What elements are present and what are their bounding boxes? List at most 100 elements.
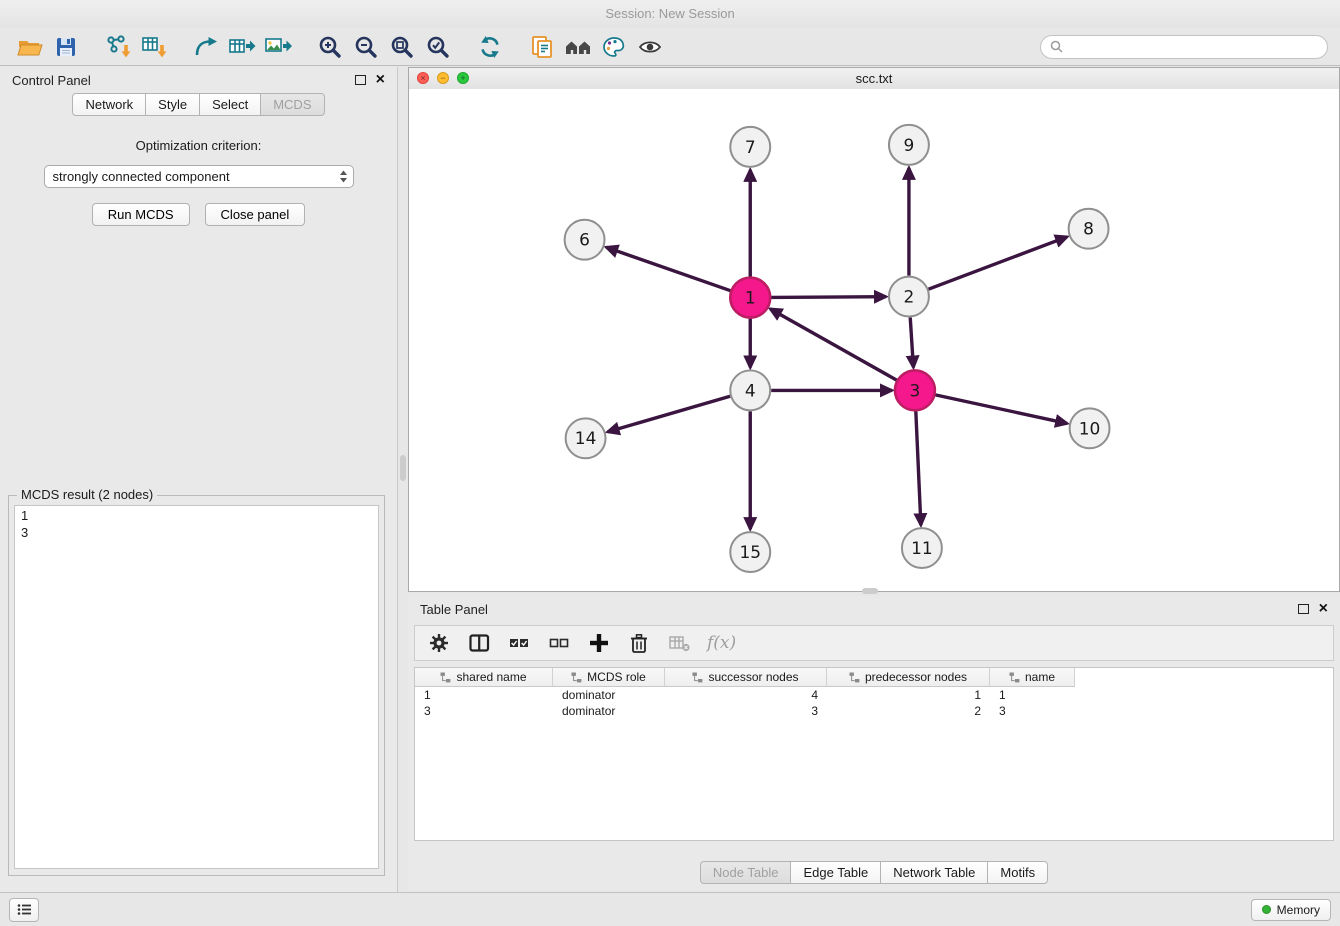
table-cell[interactable]: 3: [665, 704, 827, 718]
table-tab-motifs[interactable]: Motifs: [987, 861, 1048, 884]
fx-icon: f(x): [707, 633, 736, 653]
column-header-MCDS-role[interactable]: MCDS role: [553, 668, 665, 687]
panel-splitter-handle[interactable]: [400, 455, 406, 481]
tab-network[interactable]: Network: [72, 93, 146, 116]
node-11[interactable]: 11: [902, 528, 942, 568]
function-builder-button[interactable]: f(x): [707, 631, 736, 655]
table-cell[interactable]: 4: [665, 688, 827, 702]
show-column-button[interactable]: [467, 631, 491, 655]
first-neighbors-button[interactable]: [560, 32, 596, 62]
table-cell[interactable]: 1: [990, 688, 1075, 702]
add-row-button[interactable]: [587, 631, 611, 655]
run-mcds-button[interactable]: Run MCDS: [92, 203, 190, 226]
network-canvas[interactable]: 7 9 6 8 1 2 4 3 14 10 15 11: [409, 89, 1339, 591]
window-title: Session: New Session: [605, 6, 734, 21]
zoom-selected-button[interactable]: [420, 32, 456, 62]
import-network-button[interactable]: [100, 32, 136, 62]
close-panel-icon[interactable]: ×: [376, 72, 385, 88]
table-row-1[interactable]: 1dominator411: [415, 687, 1333, 703]
table-cell[interactable]: 2: [827, 704, 990, 718]
node-4[interactable]: 4: [730, 370, 770, 410]
control-panel-title: Control Panel: [12, 73, 355, 88]
node-8[interactable]: 8: [1069, 209, 1109, 249]
select-all-icon: [509, 635, 529, 651]
refresh-view-button[interactable]: [472, 32, 508, 62]
table-settings-button[interactable]: [427, 631, 451, 655]
titlebar: Session: New Session: [0, 0, 1340, 28]
delete-row-button[interactable]: [627, 631, 651, 655]
save-session-button[interactable]: [48, 32, 84, 62]
column-header-name[interactable]: name: [990, 668, 1075, 687]
mcds-result-text[interactable]: 1 3: [14, 505, 379, 869]
node-2[interactable]: 2: [889, 277, 929, 317]
node-label-2: 2: [904, 287, 915, 307]
memory-button[interactable]: Memory: [1251, 899, 1331, 921]
unselect-all-button[interactable]: [547, 631, 571, 655]
node-1[interactable]: 1: [730, 278, 770, 318]
float-table-panel-icon[interactable]: [1298, 604, 1309, 614]
edge-4-14[interactable]: [608, 396, 730, 432]
minimize-window-button[interactable]: −: [437, 72, 449, 84]
network-window-titlebar[interactable]: × − + scc.txt: [409, 68, 1339, 90]
edge-2-3[interactable]: [910, 318, 913, 368]
table-cell[interactable]: dominator: [553, 704, 665, 718]
edge-2-8[interactable]: [928, 237, 1067, 289]
unselect-all-icon: [549, 635, 569, 651]
table-row-2[interactable]: 3dominator323: [415, 703, 1333, 719]
search-box[interactable]: [1040, 35, 1328, 59]
node-3[interactable]: 3: [895, 370, 935, 410]
search-input[interactable]: [1068, 38, 1318, 55]
zoom-fit-button[interactable]: [384, 32, 420, 62]
export-table-button[interactable]: [224, 32, 260, 62]
close-panel-button[interactable]: Close panel: [205, 203, 306, 226]
table-cell[interactable]: 1: [827, 688, 990, 702]
tab-style[interactable]: Style: [145, 93, 200, 116]
table-tab-edge-table[interactable]: Edge Table: [790, 861, 881, 884]
table-cell[interactable]: 3: [990, 704, 1075, 718]
close-window-button[interactable]: ×: [417, 72, 429, 84]
open-file-button[interactable]: [12, 32, 48, 62]
table-cell[interactable]: 3: [415, 704, 553, 718]
node-7[interactable]: 7: [730, 127, 770, 167]
dropdown-arrows-icon: [339, 169, 348, 187]
column-header-predecessor-nodes[interactable]: predecessor nodes: [827, 668, 990, 687]
zoom-window-button[interactable]: +: [457, 72, 469, 84]
export-image-button[interactable]: [260, 32, 296, 62]
edge-3-11[interactable]: [916, 411, 921, 525]
node-9[interactable]: 9: [889, 125, 929, 165]
tab-mcds[interactable]: MCDS: [260, 93, 324, 116]
table-tab-network-table[interactable]: Network Table: [880, 861, 988, 884]
zoom-in-button[interactable]: [312, 32, 348, 62]
float-panel-icon[interactable]: [355, 75, 366, 85]
column-header-successor-nodes[interactable]: successor nodes: [665, 668, 827, 687]
edge-1-2[interactable]: [771, 297, 886, 298]
task-history-button[interactable]: [9, 898, 39, 922]
import-table-icon: [141, 35, 167, 59]
select-all-button[interactable]: [507, 631, 531, 655]
node-15[interactable]: 15: [730, 532, 770, 572]
close-table-panel-icon[interactable]: ×: [1319, 601, 1328, 617]
annotation-button[interactable]: [524, 32, 560, 62]
zoom-out-button[interactable]: [348, 32, 384, 62]
delete-table-button[interactable]: [667, 631, 691, 655]
export-image-icon: [264, 35, 292, 59]
window-splitter-handle[interactable]: [862, 588, 878, 594]
show-hide-button[interactable]: [632, 32, 668, 62]
export-network-button[interactable]: [188, 32, 224, 62]
import-table-button[interactable]: [136, 32, 172, 62]
edge-3-10[interactable]: [935, 395, 1067, 424]
table-tab-node-table[interactable]: Node Table: [700, 861, 792, 884]
style-paint-button[interactable]: [596, 32, 632, 62]
node-6[interactable]: 6: [565, 220, 605, 260]
table-cell[interactable]: 1: [415, 688, 553, 702]
tab-select[interactable]: Select: [199, 93, 261, 116]
edge-1-6[interactable]: [606, 247, 730, 290]
edge-3-1[interactable]: [770, 309, 896, 380]
mcds-result-title: MCDS result (2 nodes): [17, 487, 157, 502]
table-body: 1dominator4113dominator323: [415, 687, 1333, 840]
table-cell[interactable]: dominator: [553, 688, 665, 702]
column-header-shared-name[interactable]: shared name: [415, 668, 553, 687]
optimization-criterion-dropdown[interactable]: strongly connected component: [44, 165, 354, 188]
node-10[interactable]: 10: [1070, 408, 1110, 448]
node-14[interactable]: 14: [566, 418, 606, 458]
